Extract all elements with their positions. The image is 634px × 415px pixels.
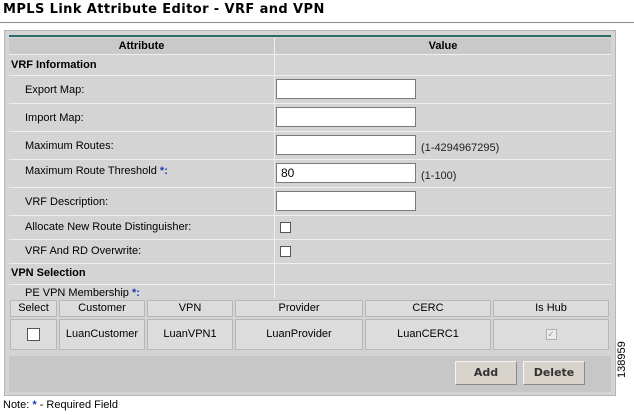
column-header-cerc: CERC <box>365 300 491 317</box>
column-header-vpn: VPN <box>147 300 233 317</box>
required-field-note: Note: * - Required Field <box>3 399 118 411</box>
max-route-threshold-range: (1-100) <box>421 170 457 182</box>
vpn-membership-table: Select Customer VPN Provider CERC Is Hub… <box>9 298 611 352</box>
accent-divider <box>9 35 611 37</box>
column-header-customer: Customer <box>59 300 145 317</box>
figure-id: 138959 <box>616 341 628 378</box>
export-map-label: Export Map: <box>25 84 85 96</box>
vrf-description-input[interactable] <box>276 191 416 211</box>
max-routes-range: (1-4294967295) <box>421 142 500 154</box>
attribute-column-header: Attribute <box>9 38 275 54</box>
table-row-vpn: LuanVPN1 <box>147 319 233 350</box>
vpn-section-heading: VPN Selection <box>11 267 86 279</box>
vrf-rd-overwrite-checkbox[interactable] <box>280 246 291 257</box>
required-mark: * <box>32 399 37 411</box>
page-title: MPLS Link Attribute Editor - VRF and VPN <box>3 2 325 17</box>
max-route-threshold-input[interactable] <box>276 163 416 183</box>
vrf-description-label: VRF Description: <box>25 196 109 208</box>
max-route-threshold-row: Maximum Route Threshold *: (1-100) <box>9 160 611 188</box>
value-column-header: Value <box>428 40 458 52</box>
allocate-rd-label: Allocate New Route Distinguisher: <box>25 221 192 233</box>
required-mark: *: <box>159 165 168 177</box>
column-header-select: Select <box>10 300 57 317</box>
delete-button[interactable]: Delete <box>523 361 585 385</box>
import-map-input[interactable] <box>276 107 416 127</box>
add-button[interactable]: Add <box>455 361 517 385</box>
table-row-select-cell <box>10 319 57 350</box>
max-route-threshold-label: Maximum Route Threshold <box>25 165 157 177</box>
note-prefix: Note: <box>3 399 30 411</box>
vrf-rd-overwrite-row: VRF And RD Overwrite: <box>9 240 611 264</box>
vrf-section-heading: VRF Information <box>11 59 97 71</box>
button-bar: Add Delete <box>9 356 611 392</box>
title-divider <box>0 22 634 23</box>
max-routes-label: Maximum Routes: <box>25 140 114 152</box>
is-hub-checkbox: ✓ <box>545 328 557 340</box>
note-text: - Required Field <box>39 399 118 411</box>
export-map-row: Export Map: <box>9 76 611 104</box>
max-routes-row: Maximum Routes: (1-4294967295) <box>9 132 611 160</box>
vrf-section-row: VRF Information <box>9 55 611 76</box>
vrf-rd-overwrite-label: VRF And RD Overwrite: <box>25 245 142 257</box>
max-routes-input[interactable] <box>276 135 416 155</box>
vrf-description-row: VRF Description: <box>9 188 611 216</box>
row-select-checkbox[interactable] <box>27 327 40 341</box>
table-row-customer: LuanCustomer <box>59 319 145 350</box>
column-header-provider: Provider <box>235 300 363 317</box>
column-header-is-hub: Is Hub <box>493 300 609 317</box>
table-row-cerc: LuanCERC1 <box>365 319 491 350</box>
vpn-section-row: VPN Selection <box>9 264 611 285</box>
table-row-provider: LuanProvider <box>235 319 363 350</box>
export-map-input[interactable] <box>276 79 416 99</box>
import-map-row: Import Map: <box>9 104 611 132</box>
attribute-table-header: Attribute Value <box>9 38 611 55</box>
allocate-rd-row: Allocate New Route Distinguisher: <box>9 216 611 240</box>
max-route-threshold-label-group: Maximum Route Threshold *: <box>25 165 168 177</box>
table-row-is-hub-cell: ✓ <box>493 319 609 350</box>
title-bar: MPLS Link Attribute Editor - VRF and VPN <box>0 0 634 24</box>
import-map-label: Import Map: <box>25 112 84 124</box>
attribute-table: Attribute Value VRF Information Export M… <box>9 38 611 306</box>
allocate-rd-checkbox[interactable] <box>280 222 291 233</box>
